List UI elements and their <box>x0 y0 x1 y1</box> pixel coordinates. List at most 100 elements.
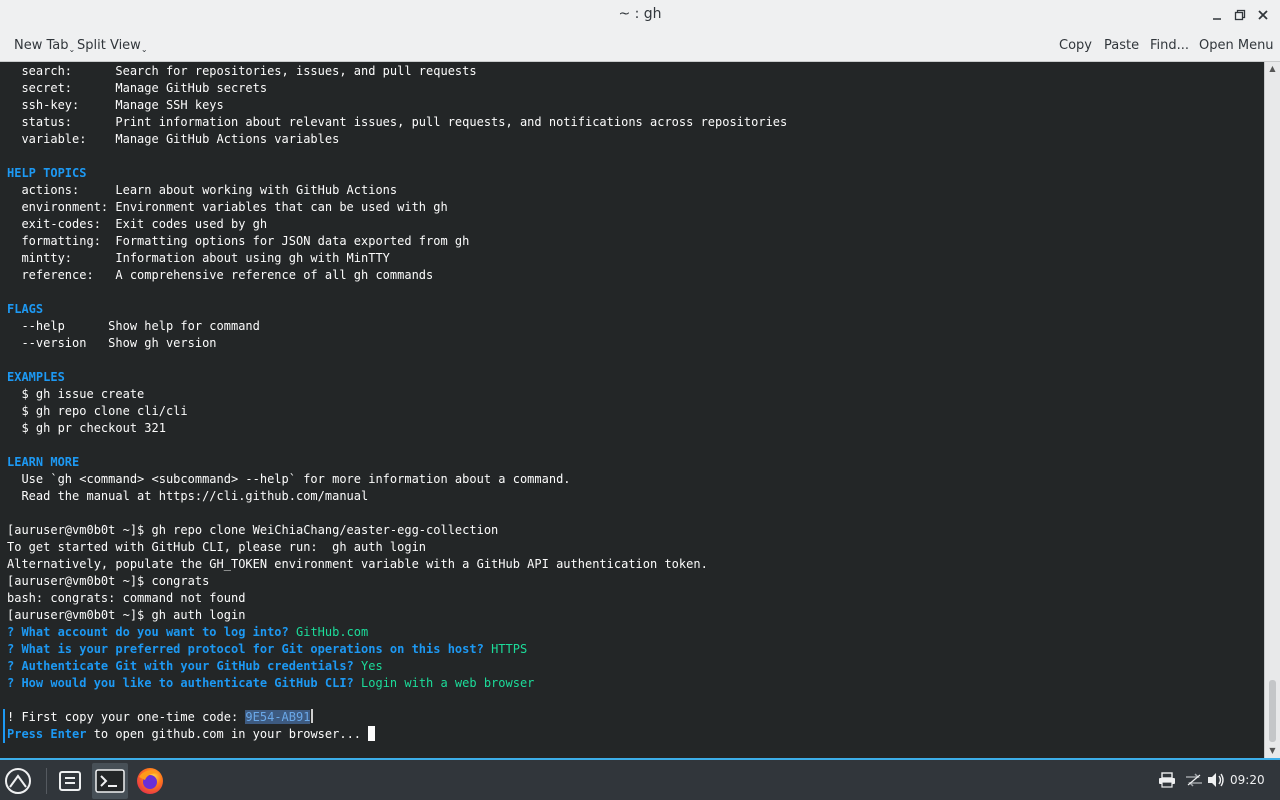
firefox-icon[interactable] <box>132 763 168 799</box>
terminal-text: $ gh pr checkout 321 <box>7 421 166 435</box>
prompt-answer: Login with a web browser <box>361 676 535 690</box>
clock[interactable]: 09:20 <box>1230 773 1265 787</box>
terminal-line: variable: Manage GitHub Actions variable… <box>7 131 787 148</box>
terminal-line: exit-codes: Exit codes used by gh <box>7 216 787 233</box>
terminal-text: $ gh issue create <box>7 387 145 401</box>
terminal-text: --version Show gh version <box>7 336 217 350</box>
restore-icon[interactable] <box>1231 6 1249 24</box>
terminal-view[interactable]: search: Search for repositories, issues,… <box>0 62 1264 758</box>
terminal-line: To get started with GitHub CLI, please r… <box>7 539 787 556</box>
terminal-line: ! First copy your one-time code: 9E54-AB… <box>7 709 787 726</box>
scrollbar-thumb[interactable] <box>1269 680 1276 742</box>
terminal-line: $ gh issue create <box>7 386 787 403</box>
terminal-line: $ gh repo clone cli/cli <box>7 403 787 420</box>
open-menu-button[interactable]: Open Menu <box>1199 38 1274 53</box>
file-manager-icon[interactable] <box>52 763 88 799</box>
dropdown-arrow-icon: ⌄ <box>140 45 148 54</box>
dropdown-arrow-icon: ⌄ <box>68 45 76 54</box>
terminal-line: secret: Manage GitHub secrets <box>7 80 787 97</box>
text-cursor-icon <box>311 709 314 723</box>
prompt-answer: HTTPS <box>491 642 528 656</box>
taskbar-separator <box>46 768 47 794</box>
printer-icon[interactable] <box>1158 772 1176 791</box>
network-icon[interactable] <box>1184 772 1204 791</box>
prompt-question: ? How would you like to authenticate Git… <box>7 676 354 690</box>
terminal-line: actions: Learn about working with GitHub… <box>7 182 787 199</box>
close-icon[interactable] <box>1254 6 1272 24</box>
terminal-line: Alternatively, populate the GH_TOKEN env… <box>7 556 787 573</box>
terminal-line: ? How would you like to authenticate Git… <box>7 675 787 692</box>
terminal-line: reference: A comprehensive reference of … <box>7 267 787 284</box>
terminal-text: [auruser@vm0b0t ~]$ gh repo clone WeiChi… <box>7 523 499 537</box>
terminal-text: --help Show help for command <box>7 319 260 333</box>
minimize-icon[interactable] <box>1208 6 1226 24</box>
terminal-text: actions: Learn about working with GitHub… <box>7 183 398 197</box>
terminal-text: mintty: Information about using gh with … <box>7 251 390 265</box>
section-header: FLAGS <box>7 302 44 316</box>
terminal-line: ssh-key: Manage SSH keys <box>7 97 787 114</box>
terminal-text: exit-codes: Exit codes used by gh <box>7 217 268 231</box>
terminal-line: ? What is your preferred protocol for Gi… <box>7 641 787 658</box>
section-header: LEARN MORE <box>7 455 80 469</box>
split-view-label: Split View <box>77 38 141 53</box>
terminal-line: HELP TOPICS <box>7 165 787 182</box>
terminal-line: status: Print information about relevant… <box>7 114 787 131</box>
split-view-button[interactable]: Split View⌄ <box>77 38 148 54</box>
terminal-icon[interactable] <box>92 763 128 799</box>
terminal-line: --version Show gh version <box>7 335 787 352</box>
one-time-code-label: ! First copy your one-time code: <box>7 710 246 724</box>
terminal-text: status: Print information about relevant… <box>7 115 788 129</box>
prompt-answer: Yes <box>361 659 383 673</box>
terminal-line: $ gh pr checkout 321 <box>7 420 787 437</box>
terminal-text: $ gh repo clone cli/cli <box>7 404 188 418</box>
terminal-line: LEARN MORE <box>7 454 787 471</box>
volume-icon[interactable] <box>1207 772 1225 791</box>
taskbar: 09:20 <box>0 758 1280 800</box>
terminal-line: EXAMPLES <box>7 369 787 386</box>
prompt-answer: GitHub.com <box>296 625 369 639</box>
terminal-line: [auruser@vm0b0t ~]$ gh auth login <box>7 607 787 624</box>
scrollbar[interactable]: ▲ ▼ <box>1264 62 1280 758</box>
section-header: EXAMPLES <box>7 370 65 384</box>
terminal-text: search: Search for repositories, issues,… <box>7 64 477 78</box>
terminal-text: variable: Manage GitHub Actions variable… <box>7 132 340 146</box>
paste-button[interactable]: Paste <box>1104 38 1139 53</box>
toolbar: New Tab⌄ Split View⌄ Copy Paste Find... … <box>0 30 1280 62</box>
terminal-line: bash: congrats: command not found <box>7 590 787 607</box>
copy-button[interactable]: Copy <box>1059 38 1092 53</box>
prompt-question: ? Authenticate Git with your GitHub cred… <box>7 659 354 673</box>
terminal-text: formatting: Formatting options for JSON … <box>7 234 470 248</box>
terminal-line: mintty: Information about using gh with … <box>7 250 787 267</box>
prompt-question: ? What is your preferred protocol for Gi… <box>7 642 484 656</box>
press-enter-rest: to open github.com in your browser... <box>86 727 369 741</box>
terminal-text: reference: A comprehensive reference of … <box>7 268 434 282</box>
terminal-line: formatting: Formatting options for JSON … <box>7 233 787 250</box>
terminal-cursor <box>368 726 376 741</box>
one-time-code[interactable]: 9E54-AB91 <box>245 710 311 724</box>
terminal-line: Press Enter to open github.com in your b… <box>7 726 787 743</box>
terminal-text: Alternatively, populate the GH_TOKEN env… <box>7 557 708 571</box>
prompt-marker <box>3 709 5 743</box>
terminal-text: [auruser@vm0b0t ~]$ gh auth login <box>7 608 246 622</box>
window-titlebar: ~ : gh <box>0 0 1280 30</box>
scroll-up-icon[interactable]: ▲ <box>1265 62 1280 76</box>
new-tab-button[interactable]: New Tab⌄ <box>14 38 75 54</box>
find-button[interactable]: Find... <box>1150 38 1189 53</box>
terminal-line: environment: Environment variables that … <box>7 199 787 216</box>
new-tab-label: New Tab <box>14 38 69 53</box>
scroll-down-icon[interactable]: ▼ <box>1265 744 1280 758</box>
terminal-line: ? What account do you want to log into? … <box>7 624 787 641</box>
window-title: ~ : gh <box>618 6 662 22</box>
terminal-text: ssh-key: Manage SSH keys <box>7 98 224 112</box>
terminal-line: [auruser@vm0b0t ~]$ congrats <box>7 573 787 590</box>
terminal-text: secret: Manage GitHub secrets <box>7 81 268 95</box>
terminal-text: To get started with GitHub CLI, please r… <box>7 540 427 554</box>
launcher-icon[interactable] <box>0 763 36 799</box>
terminal-line: [auruser@vm0b0t ~]$ gh repo clone WeiChi… <box>7 522 787 539</box>
terminal-line: ? Authenticate Git with your GitHub cred… <box>7 658 787 675</box>
terminal-line: Use `gh <command> <subcommand> --help` f… <box>7 471 787 488</box>
terminal-line: search: Search for repositories, issues,… <box>7 63 787 80</box>
